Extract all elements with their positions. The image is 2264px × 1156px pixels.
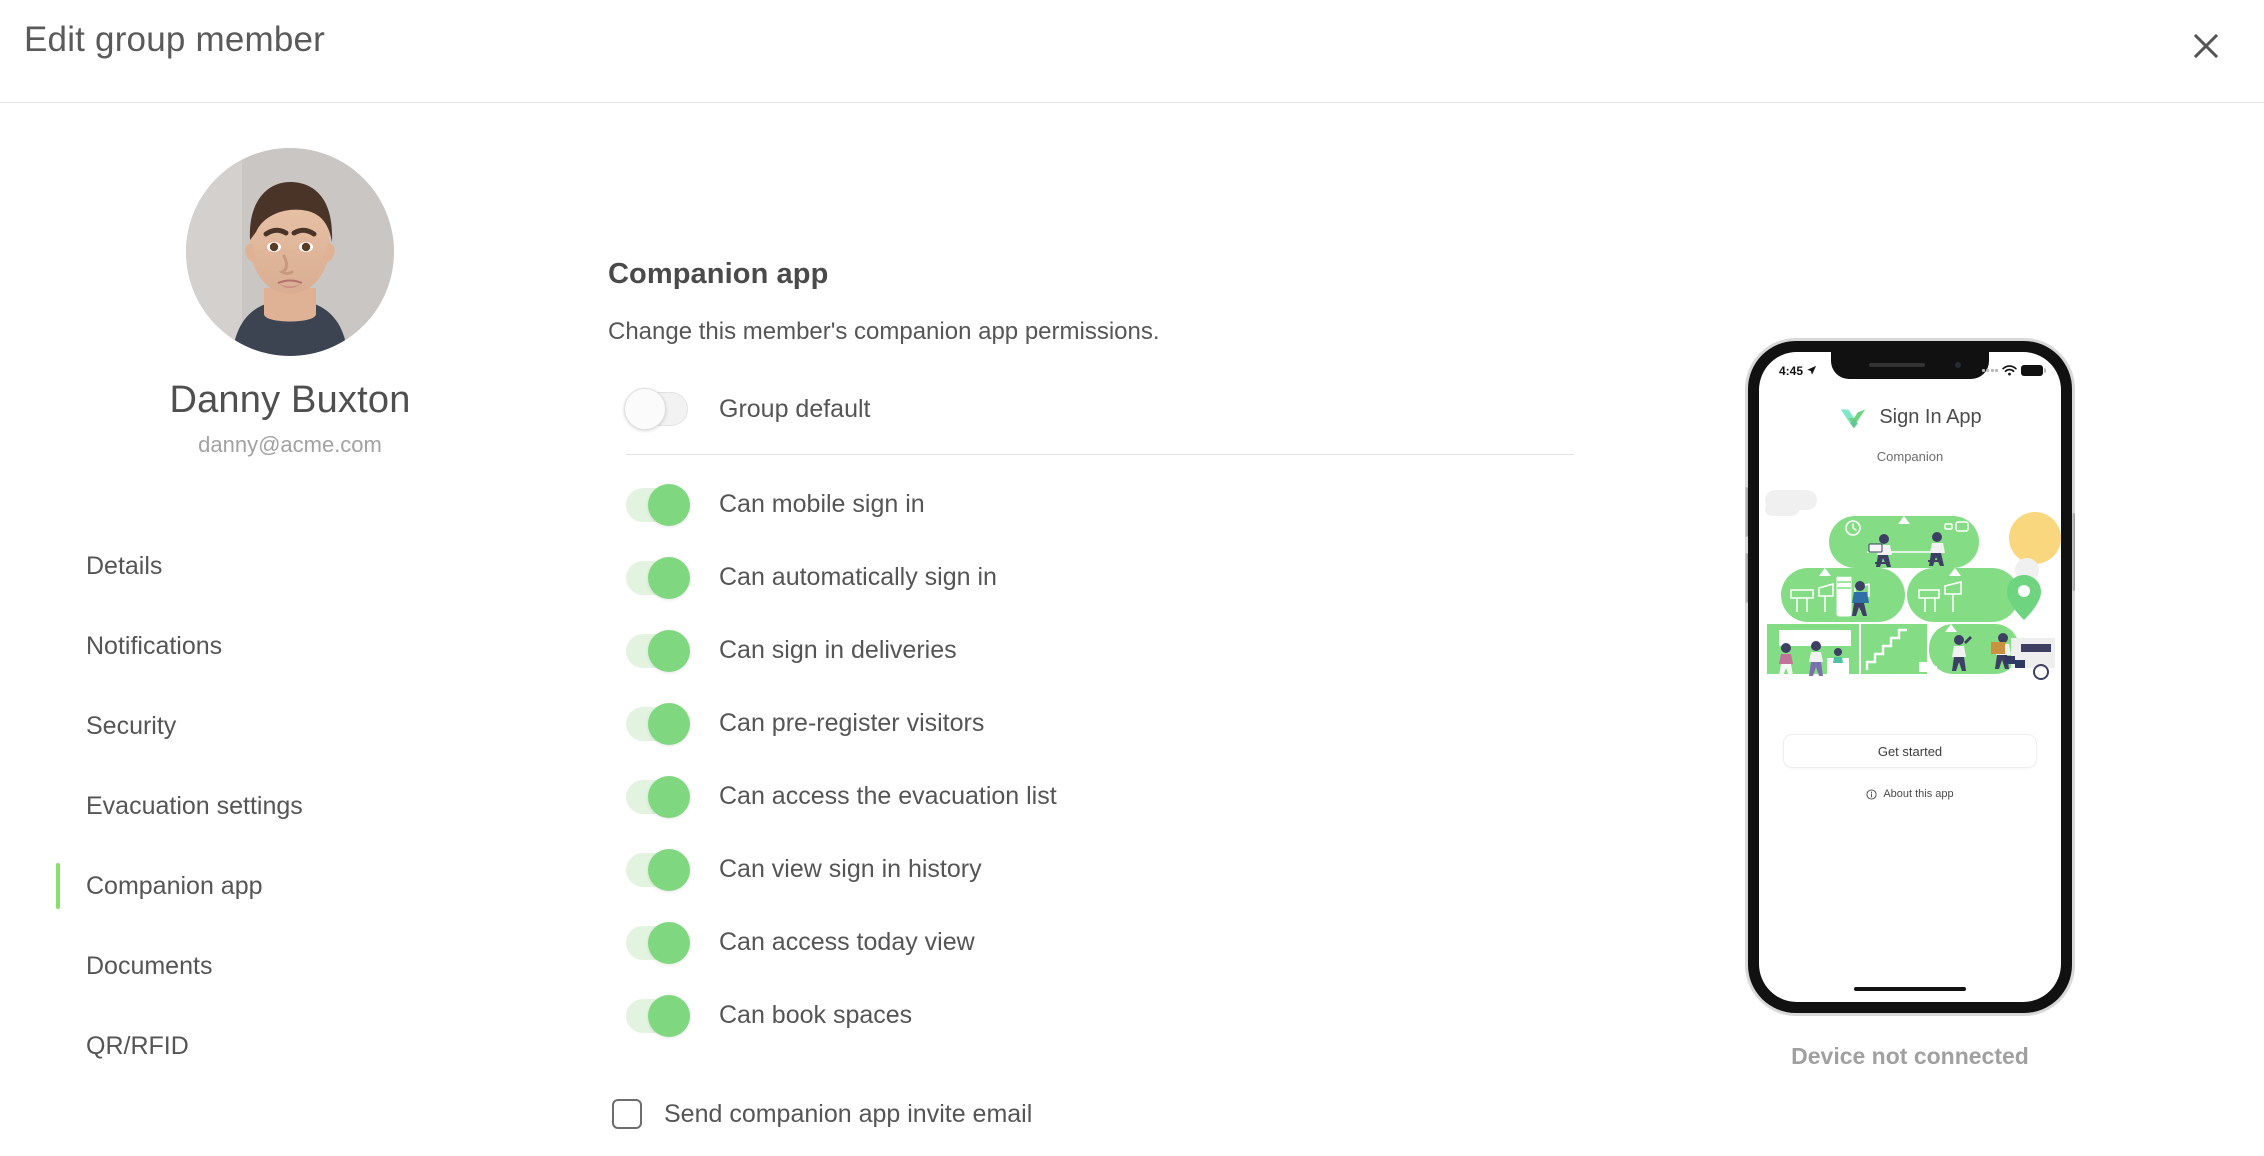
power-button <box>2072 513 2075 591</box>
toggle-knob <box>648 556 690 599</box>
home-indicator <box>1854 987 1966 991</box>
toggle-label: Can access the evacuation list <box>719 782 1057 810</box>
device-status: Device not connected <box>1791 1043 2029 1069</box>
sidebar-item-notifications[interactable]: Notifications <box>0 606 580 686</box>
toggle-can-book-spaces[interactable] <box>614 974 700 1057</box>
toggle-label: Can pre-register visitors <box>719 709 985 737</box>
toggle-can-access-the-evacuation-list[interactable] <box>626 775 690 818</box>
app-brand-name: Sign In App <box>1879 405 1982 428</box>
page-title: Edit group member <box>24 20 326 59</box>
app-subtitle: Companion <box>1876 449 1944 464</box>
send-invite-email-label: Send companion app invite email <box>664 1099 1033 1128</box>
app-brand: Sign In App <box>1759 402 2061 432</box>
toggle-knob <box>648 921 690 964</box>
phone-mockup: 4:45 Sign In App Companion Get started A… <box>1745 341 2075 1013</box>
sidebar-item-evacuation-settings[interactable]: Evacuation settings <box>0 766 580 846</box>
volume-up-button <box>1745 487 1748 537</box>
toggle-label: Can automatically sign in <box>719 563 997 591</box>
toggle-group-default[interactable] <box>624 388 688 430</box>
toggle-can-automatically-sign-in[interactable] <box>626 556 690 599</box>
toggle-label: Can sign in deliveries <box>719 636 957 664</box>
sign-in-app-check-logo <box>1841 409 1866 429</box>
sidebar-item-details[interactable]: Details <box>0 526 580 606</box>
toggle-row-can-mobile-sign-in: Can mobile sign in <box>626 468 1640 541</box>
toggle-row-can-view-sign-in-history: Can view sign in history <box>626 833 1640 906</box>
toggle-knob <box>648 775 690 818</box>
toggle-knob <box>648 702 690 745</box>
toggle-label: Group default <box>719 394 871 423</box>
member-sidebar: Danny Buxton danny@acme.com Details Noti… <box>0 103 580 1086</box>
toggle-row-can-access-the-evacuation-list: Can access the evacuation list <box>626 760 1640 833</box>
sidebar-item-label: Companion app <box>86 871 263 900</box>
info-circle-icon <box>1866 788 1877 800</box>
sidebar-item-label: Documents <box>86 951 213 980</box>
toggle-can-access-today-view[interactable] <box>626 921 690 964</box>
volume-down-button <box>1745 553 1748 603</box>
status-bar-left: 4:45 <box>1779 364 1817 378</box>
toggle-row-can-access-today-view: Can access today view <box>626 906 1640 979</box>
sidebar-item-label: Notifications <box>86 631 223 660</box>
toggle-row-can-sign-in-deliveries: Can sign in deliveries <box>626 614 1640 687</box>
sidebar-item-label: QR/RFID <box>86 1031 189 1060</box>
sidebar-item-documents[interactable]: Documents <box>0 926 580 1006</box>
app-illustration <box>1759 480 2061 710</box>
companion-app-panel: Companion app Change this member's compa… <box>580 103 1640 1129</box>
status-bar-right <box>1981 365 2046 376</box>
signal-dots-icon <box>1981 369 1998 372</box>
toggle-knob <box>648 994 690 1037</box>
wifi-icon <box>2002 365 2017 376</box>
sidebar-item-companion-app[interactable]: Companion app <box>0 846 580 926</box>
member-email: danny@acme.com <box>198 432 382 457</box>
phone-screen: 4:45 Sign In App Companion Get started A… <box>1759 352 2061 1002</box>
toggle-can-sign-in-deliveries[interactable] <box>626 629 690 672</box>
toggle-label: Can mobile sign in <box>719 490 925 518</box>
modal-body: Danny Buxton danny@acme.com Details Noti… <box>0 103 2264 1156</box>
avatar <box>186 148 394 356</box>
location-arrow-icon <box>1807 365 1817 375</box>
section-description: Change this member's companion app permi… <box>608 318 1160 345</box>
close-icon <box>2193 33 2219 59</box>
toggle-knob <box>648 483 690 526</box>
about-this-app-link[interactable]: About this app <box>1759 788 2061 800</box>
sidebar-item-label: Evacuation settings <box>86 791 303 820</box>
toggle-row-can-book-spaces: Can book spaces <box>614 974 1640 1057</box>
device-preview: 4:45 Sign In App Companion Get started A… <box>1700 103 2120 1070</box>
toggle-label: Can view sign in history <box>719 855 982 883</box>
toggle-label: Can access today view <box>719 928 975 956</box>
status-time: 4:45 <box>1779 363 1804 378</box>
toggle-row-can-automatically-sign-in: Can automatically sign in <box>626 541 1640 614</box>
member-name: Danny Buxton <box>169 379 411 421</box>
toggle-row-can-pre-register-visitors: Can pre-register visitors <box>626 687 1640 760</box>
sidebar-item-label: Details <box>86 551 163 580</box>
toggle-knob <box>648 629 690 672</box>
toggle-knob <box>648 848 690 891</box>
close-button[interactable] <box>2178 18 2234 74</box>
toggle-knob <box>624 388 666 430</box>
get-started-button[interactable]: Get started <box>1783 734 2037 768</box>
send-invite-email-checkbox[interactable] <box>612 1099 642 1129</box>
toggle-row-group-default: Group default <box>624 378 1640 440</box>
toggle-can-view-sign-in-history[interactable] <box>626 848 690 891</box>
modal-header: Edit group member <box>0 0 2264 103</box>
battery-icon <box>2021 365 2046 376</box>
sidebar-nav: Details Notifications Security Evacuatio… <box>0 526 580 1086</box>
toggle-can-mobile-sign-in[interactable] <box>626 483 690 526</box>
office-workspace-illustration <box>1765 490 2061 680</box>
send-invite-email-row[interactable]: Send companion app invite email <box>612 1099 1640 1129</box>
divider <box>626 454 1574 455</box>
toggle-label: Can book spaces <box>719 1001 913 1029</box>
permission-toggle-list: Group default Can mobile sign in Can aut… <box>614 378 1640 1057</box>
section-title: Companion app <box>608 258 829 290</box>
toggle-can-pre-register-visitors[interactable] <box>626 702 690 745</box>
phone-status-bar: 4:45 <box>1759 352 2061 382</box>
sidebar-item-qr-rfid[interactable]: QR/RFID <box>0 1006 580 1086</box>
sidebar-item-label: Security <box>86 711 177 740</box>
member-photo <box>186 148 394 356</box>
sidebar-item-security[interactable]: Security <box>0 686 580 766</box>
about-this-app-label: About this app <box>1883 788 1954 800</box>
